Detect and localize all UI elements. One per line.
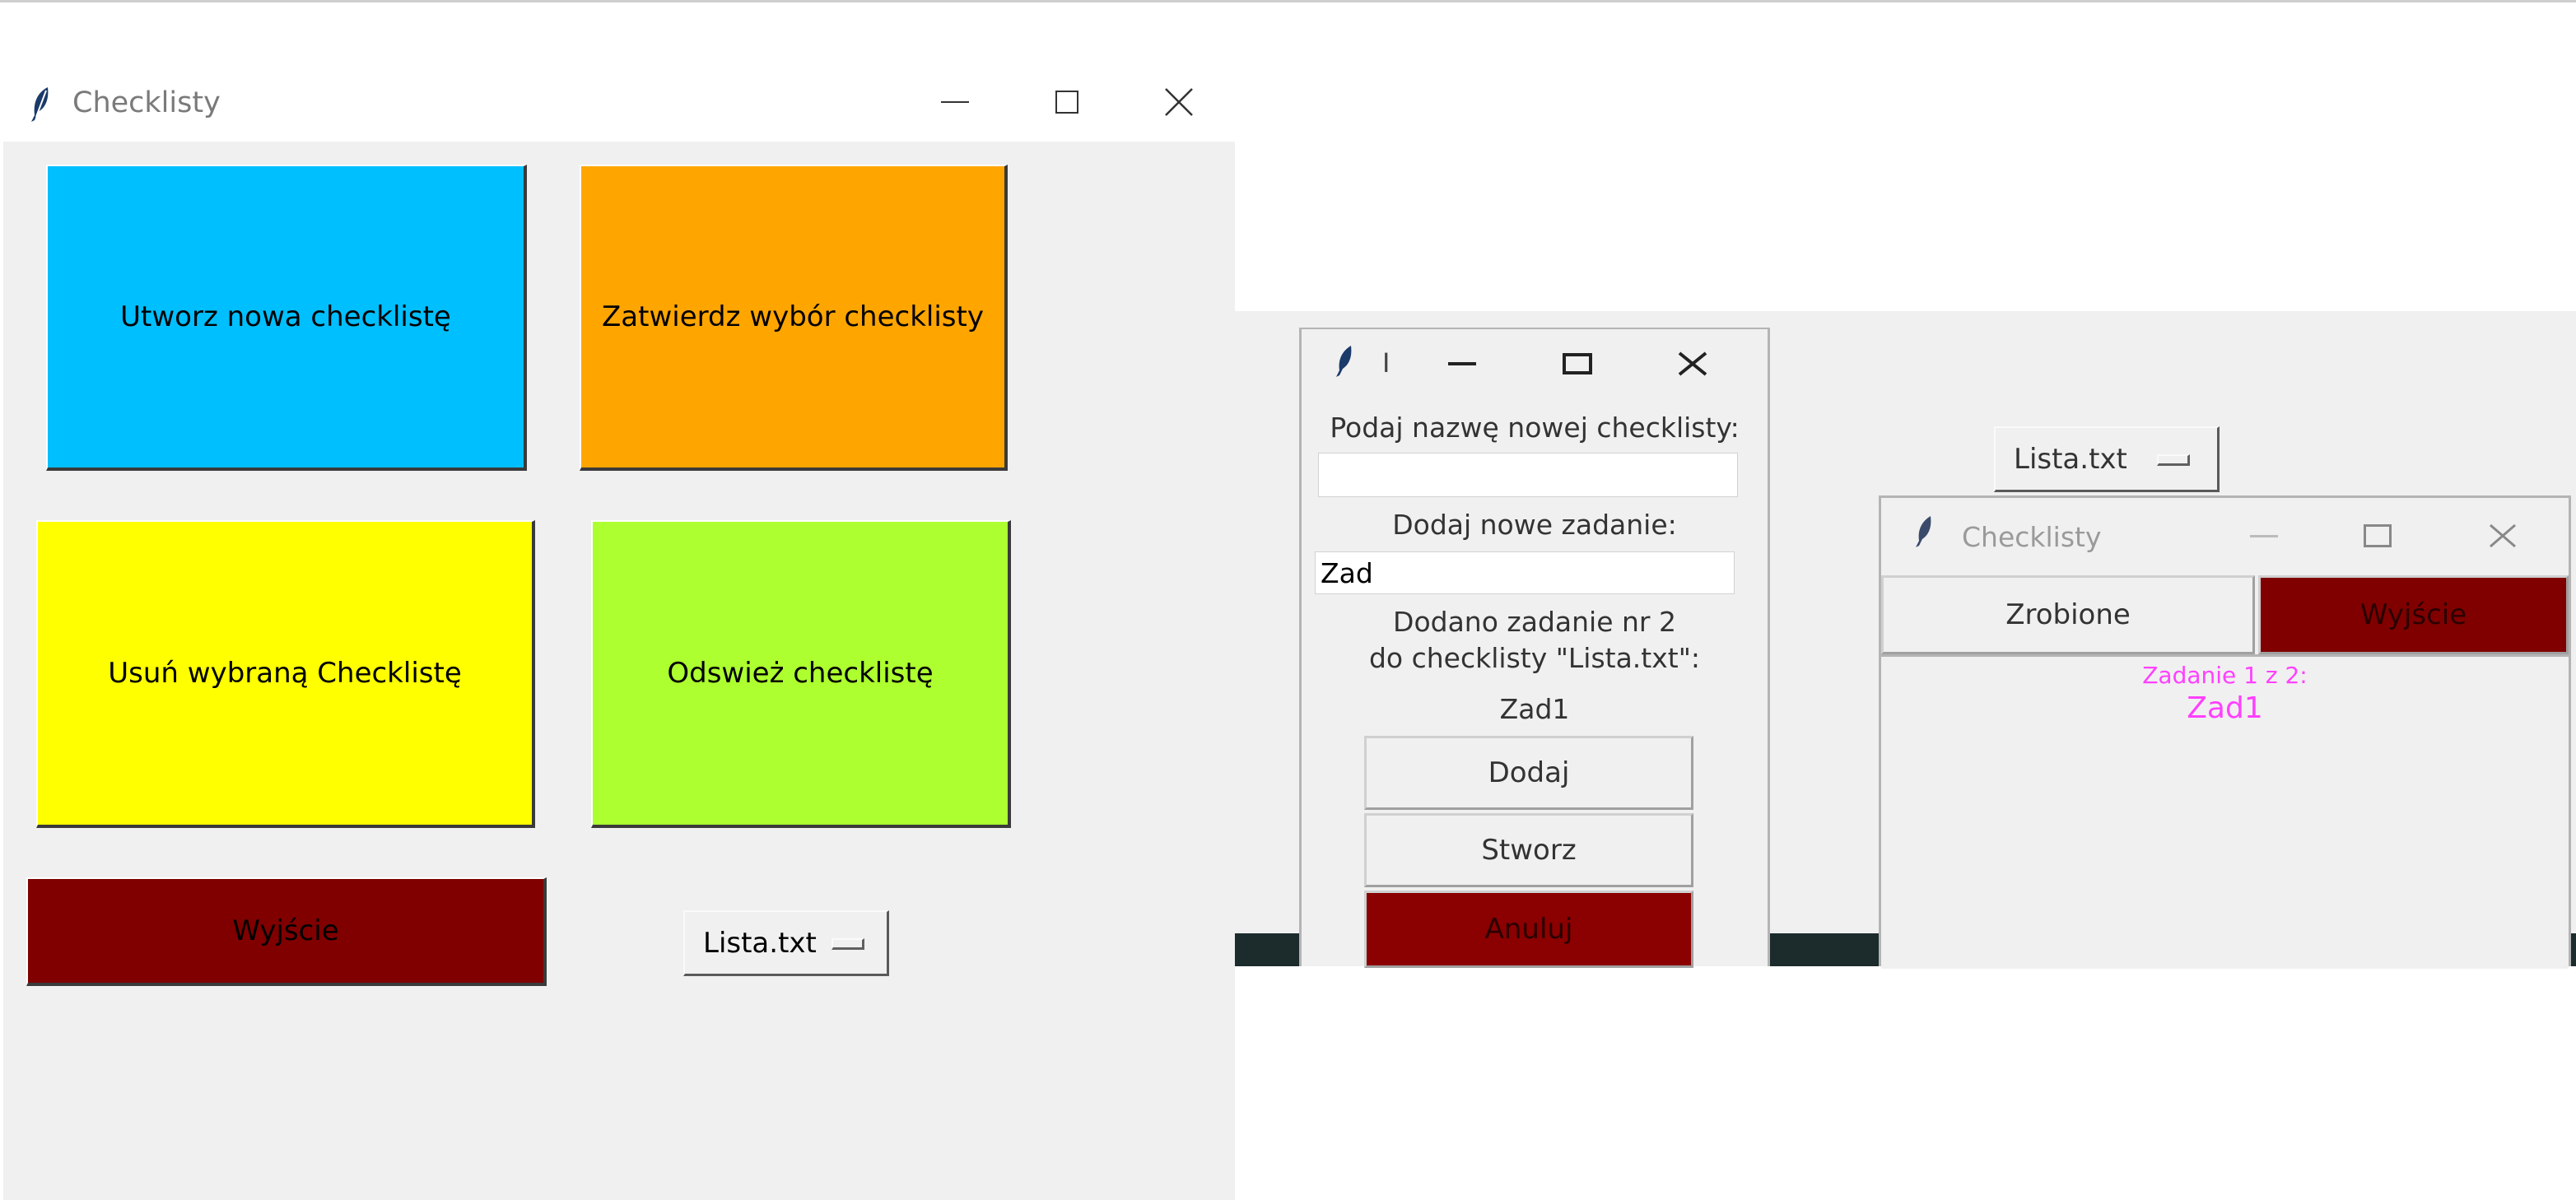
close-icon xyxy=(1165,88,1193,116)
close-icon xyxy=(1678,351,1707,376)
checklist-viewer-title-bar: Checklisty xyxy=(1881,498,2569,574)
exit-button[interactable]: Wyjście xyxy=(26,877,547,986)
create-checklist-label: Utworz nowa checklistę xyxy=(120,300,451,333)
background-option-menu-value: Lista.txt xyxy=(2014,442,2127,476)
delete-checklist-button[interactable]: Usuń wybraną Checklistę xyxy=(36,520,535,828)
minimize-icon xyxy=(2250,534,2278,537)
checklist-viewer-window: Checklisty Zrobione Wyjście Zadanie 1 z … xyxy=(1879,495,2571,969)
option-menu-value: Lista.txt xyxy=(703,926,817,960)
task-added-status-line1: Dodano zadanie nr 2 xyxy=(1393,606,1676,638)
maximize-button[interactable] xyxy=(1036,79,1098,125)
background-checklist-option-menu[interactable]: Lista.txt xyxy=(1994,426,2220,492)
add-task-label: Dodaj xyxy=(1488,756,1570,789)
last-added-task: Zad1 xyxy=(1499,693,1570,725)
minimize-button[interactable] xyxy=(924,79,986,125)
tk-feather-icon xyxy=(25,84,58,125)
maximize-button[interactable] xyxy=(2349,513,2406,559)
task-added-status-line2: do checklisty "Lista.txt": xyxy=(1368,642,1700,674)
refresh-checklist-label: Odswież checklistę xyxy=(667,657,934,690)
maximize-icon xyxy=(2364,524,2392,547)
confirm-checklist-label: Zatwierdz wybór checklisty xyxy=(602,300,984,333)
close-button[interactable] xyxy=(2474,513,2532,559)
option-menu-indicator-icon xyxy=(2157,454,2190,466)
close-icon xyxy=(2490,523,2516,548)
checklist-name-input[interactable] xyxy=(1318,453,1738,497)
new-task-input[interactable]: Zad xyxy=(1315,551,1735,594)
minimize-button[interactable] xyxy=(1433,341,1491,387)
close-button[interactable] xyxy=(1148,79,1210,125)
maximize-icon xyxy=(1055,91,1078,114)
checklist-option-menu[interactable]: Lista.txt xyxy=(683,910,889,976)
main-client-area: Utworz nowa checklistę Zatwierdz wybór c… xyxy=(3,142,1235,1200)
delete-checklist-label: Usuń wybraną Checklistę xyxy=(108,657,462,690)
done-label: Zrobione xyxy=(2005,598,2131,631)
tk-feather-icon xyxy=(1911,514,1939,551)
done-button[interactable]: Zrobione xyxy=(1881,575,2255,654)
add-task-button[interactable]: Dodaj xyxy=(1364,736,1693,810)
viewer-exit-label: Wyjście xyxy=(2359,598,2467,631)
new-task-value: Zad xyxy=(1321,556,1373,589)
create-label: Stworz xyxy=(1481,834,1577,867)
option-menu-indicator-icon xyxy=(831,938,864,950)
exit-label: Wyjście xyxy=(232,914,339,947)
cancel-label: Anuluj xyxy=(1484,913,1573,946)
new-checklist-window-title: I xyxy=(1382,347,1390,379)
task-display-area: Zadanie 1 z 2: Zad1 xyxy=(1881,654,2569,969)
checklist-viewer-title: Checklisty xyxy=(1962,521,2102,553)
minimize-icon xyxy=(1448,362,1476,365)
title-bar: Checklisty xyxy=(0,76,1235,142)
viewer-exit-button[interactable]: Wyjście xyxy=(2258,575,2569,654)
minimize-button[interactable] xyxy=(2235,513,2293,559)
new-task-label: Dodaj nowe zadanie: xyxy=(1392,509,1677,541)
current-task-name: Zad1 xyxy=(2187,691,2263,725)
screen-top-border xyxy=(0,0,2576,2)
close-button[interactable] xyxy=(1664,341,1721,387)
create-button[interactable]: Stworz xyxy=(1364,813,1693,887)
window-title: Checklisty xyxy=(72,86,221,119)
maximize-button[interactable] xyxy=(1549,341,1606,387)
tk-feather-icon xyxy=(1331,344,1359,380)
checklist-name-label: Podaj nazwę nowej checklisty: xyxy=(1330,412,1740,444)
create-checklist-button[interactable]: Utworz nowa checklistę xyxy=(46,165,527,471)
maximize-icon xyxy=(1563,353,1592,374)
new-checklist-title-bar: I xyxy=(1302,329,1768,397)
main-window: Checklisty Utworz nowa checklistę Zatwie… xyxy=(0,76,1235,1200)
minimize-icon xyxy=(941,101,969,103)
confirm-checklist-button[interactable]: Zatwierdz wybór checklisty xyxy=(580,165,1008,471)
new-checklist-window: I Podaj nazwę nowej checklisty: Dodaj no… xyxy=(1299,328,1770,968)
task-counter: Zadanie 1 z 2: xyxy=(2142,662,2308,689)
cancel-button[interactable]: Anuluj xyxy=(1364,891,1693,968)
refresh-checklist-button[interactable]: Odswież checklistę xyxy=(591,520,1011,828)
